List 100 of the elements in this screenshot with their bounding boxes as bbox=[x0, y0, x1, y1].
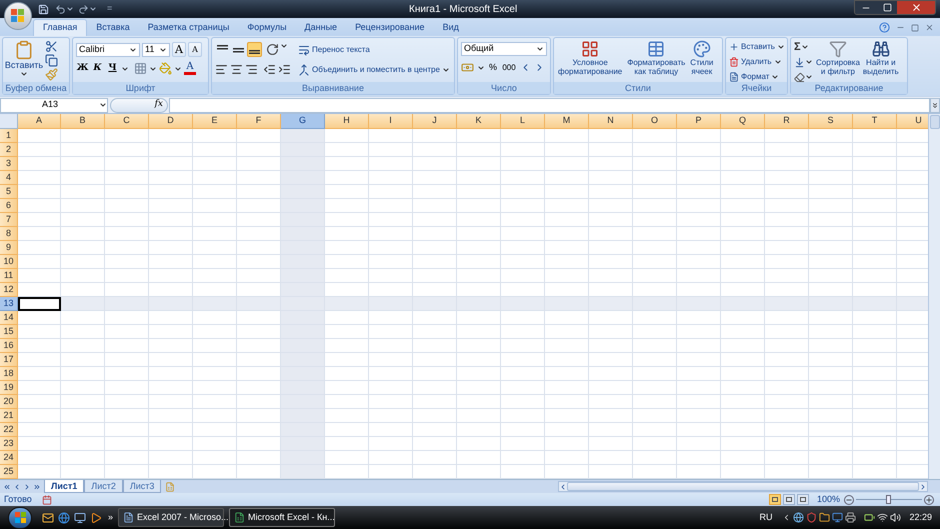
percent-button[interactable]: % bbox=[488, 61, 498, 74]
find-select-button[interactable]: Найти и выделить bbox=[862, 40, 899, 76]
column-header[interactable]: I bbox=[369, 114, 413, 129]
align-button[interactable] bbox=[247, 42, 262, 57]
cells-button[interactable]: Удалить bbox=[741, 56, 772, 68]
row-header[interactable]: 13 bbox=[0, 297, 18, 311]
vertical-scrollbar[interactable] bbox=[928, 114, 940, 479]
fill-color-icon[interactable] bbox=[159, 62, 172, 76]
column-header[interactable]: D bbox=[149, 114, 193, 129]
align-left-icon[interactable] bbox=[215, 63, 228, 76]
help-icon[interactable] bbox=[879, 22, 890, 33]
column-header[interactable]: E bbox=[193, 114, 237, 129]
row-header[interactable]: 23 bbox=[0, 437, 18, 451]
close-icon[interactable] bbox=[897, 1, 935, 14]
close-icon[interactable] bbox=[925, 23, 934, 32]
align-center-icon[interactable] bbox=[230, 63, 243, 76]
previous-sheet-icon[interactable] bbox=[13, 482, 21, 490]
fill-icon[interactable] bbox=[794, 56, 805, 68]
undo-icon[interactable] bbox=[55, 4, 66, 14]
wrap-text-icon[interactable] bbox=[298, 44, 310, 56]
window-label[interactable]: Microsoft Excel - Кн... bbox=[248, 510, 335, 524]
column-header[interactable]: L bbox=[501, 114, 545, 129]
start-button[interactable] bbox=[8, 506, 32, 528]
column-header[interactable]: B bbox=[61, 114, 105, 129]
sheet-tab[interactable]: Лист1 bbox=[44, 480, 84, 492]
row-header[interactable]: 3 bbox=[0, 157, 18, 171]
delete-icon[interactable] bbox=[729, 57, 739, 67]
zoom-slider[interactable] bbox=[856, 494, 922, 505]
styles-button[interactable]: Стили ячеек bbox=[689, 40, 714, 76]
folder-icon[interactable] bbox=[819, 512, 830, 523]
styles-button[interactable]: Форматировать как таблицу bbox=[626, 40, 686, 76]
battery-icon[interactable] bbox=[864, 512, 876, 523]
font-color-button[interactable]: A bbox=[184, 62, 196, 76]
cells-button[interactable]: Формат bbox=[741, 71, 770, 83]
font-size-field[interactable]: 11 bbox=[142, 42, 170, 56]
column-header[interactable]: R bbox=[765, 114, 809, 129]
first-sheet-icon[interactable] bbox=[3, 482, 11, 490]
name-box[interactable]: A13 bbox=[0, 98, 108, 112]
document-icon[interactable] bbox=[123, 512, 134, 523]
fx-button[interactable]: fx bbox=[110, 98, 168, 112]
indent-decrease-icon[interactable] bbox=[263, 63, 276, 76]
sheet-tab[interactable]: Лист2 bbox=[84, 480, 123, 492]
caret-icon[interactable] bbox=[174, 64, 182, 73]
monitor-icon[interactable] bbox=[832, 512, 844, 523]
column-header[interactable]: Q bbox=[721, 114, 765, 129]
column-header[interactable]: M bbox=[545, 114, 589, 129]
row-header[interactable]: 25 bbox=[0, 465, 18, 479]
column-header[interactable]: N bbox=[589, 114, 633, 129]
merge-center-button[interactable]: Объединить и поместить в центре bbox=[312, 64, 440, 76]
zoom-out-icon[interactable] bbox=[844, 494, 854, 504]
ribbon-tab[interactable]: Рецензирование bbox=[346, 19, 434, 36]
scissors-icon[interactable] bbox=[45, 40, 58, 53]
printer-icon[interactable] bbox=[845, 512, 856, 523]
underline-button[interactable]: Ч bbox=[106, 62, 119, 76]
row-header[interactable]: 1 bbox=[0, 129, 18, 143]
media-player-icon[interactable] bbox=[90, 512, 102, 524]
column-header[interactable]: U bbox=[897, 114, 928, 129]
ribbon-tab[interactable]: Вид bbox=[434, 19, 468, 36]
sheet-tab[interactable]: Лист3 bbox=[122, 480, 162, 492]
column-header[interactable]: G bbox=[281, 114, 325, 129]
active-cell[interactable] bbox=[18, 297, 61, 311]
ribbon-tab[interactable]: Главная bbox=[33, 19, 88, 36]
scroll-right-icon[interactable] bbox=[919, 482, 927, 490]
caret-icon[interactable] bbox=[89, 5, 97, 13]
row-header[interactable]: 11 bbox=[0, 269, 18, 283]
column-header[interactable]: O bbox=[633, 114, 677, 129]
caret-icon[interactable] bbox=[129, 46, 137, 54]
merge-icon[interactable] bbox=[298, 64, 310, 76]
row-header[interactable]: 14 bbox=[0, 311, 18, 325]
indent-increase-icon[interactable] bbox=[278, 63, 291, 76]
ribbon-tab[interactable]: Формулы bbox=[238, 19, 296, 36]
redo-icon[interactable] bbox=[78, 4, 89, 14]
row-header[interactable]: 16 bbox=[0, 339, 18, 353]
row-header[interactable]: 19 bbox=[0, 381, 18, 395]
column-header[interactable]: P bbox=[677, 114, 721, 129]
number-format-field[interactable]: Общий bbox=[461, 42, 547, 56]
row-header[interactable]: 24 bbox=[0, 451, 18, 465]
eraser-icon[interactable] bbox=[794, 72, 805, 82]
column-header[interactable]: C bbox=[105, 114, 149, 129]
volume-icon[interactable] bbox=[890, 512, 902, 523]
caret-icon[interactable] bbox=[20, 70, 28, 78]
caret-icon[interactable] bbox=[477, 64, 485, 72]
column-header[interactable]: A bbox=[18, 114, 61, 129]
caret-icon[interactable] bbox=[536, 45, 544, 53]
row-header[interactable]: 6 bbox=[0, 199, 18, 213]
formula-field[interactable] bbox=[169, 98, 930, 112]
view-button[interactable] bbox=[782, 494, 795, 505]
save-icon[interactable] bbox=[38, 4, 49, 14]
orientation-icon[interactable] bbox=[266, 42, 279, 57]
scroll-left-icon[interactable] bbox=[559, 482, 567, 490]
column-header[interactable]: T bbox=[853, 114, 897, 129]
font-name-field[interactable]: Calibri bbox=[76, 42, 140, 56]
new-sheet-icon[interactable] bbox=[165, 482, 176, 492]
styles-button[interactable]: Условное форматирование bbox=[557, 40, 624, 76]
column-header[interactable]: F bbox=[237, 114, 281, 129]
taskbar-window-button[interactable]: Microsoft Excel - Кн... bbox=[229, 508, 336, 527]
column-header[interactable]: H bbox=[325, 114, 369, 129]
column-header[interactable]: S bbox=[809, 114, 853, 129]
view-button[interactable] bbox=[768, 494, 781, 505]
row-header[interactable]: 2 bbox=[0, 143, 18, 157]
